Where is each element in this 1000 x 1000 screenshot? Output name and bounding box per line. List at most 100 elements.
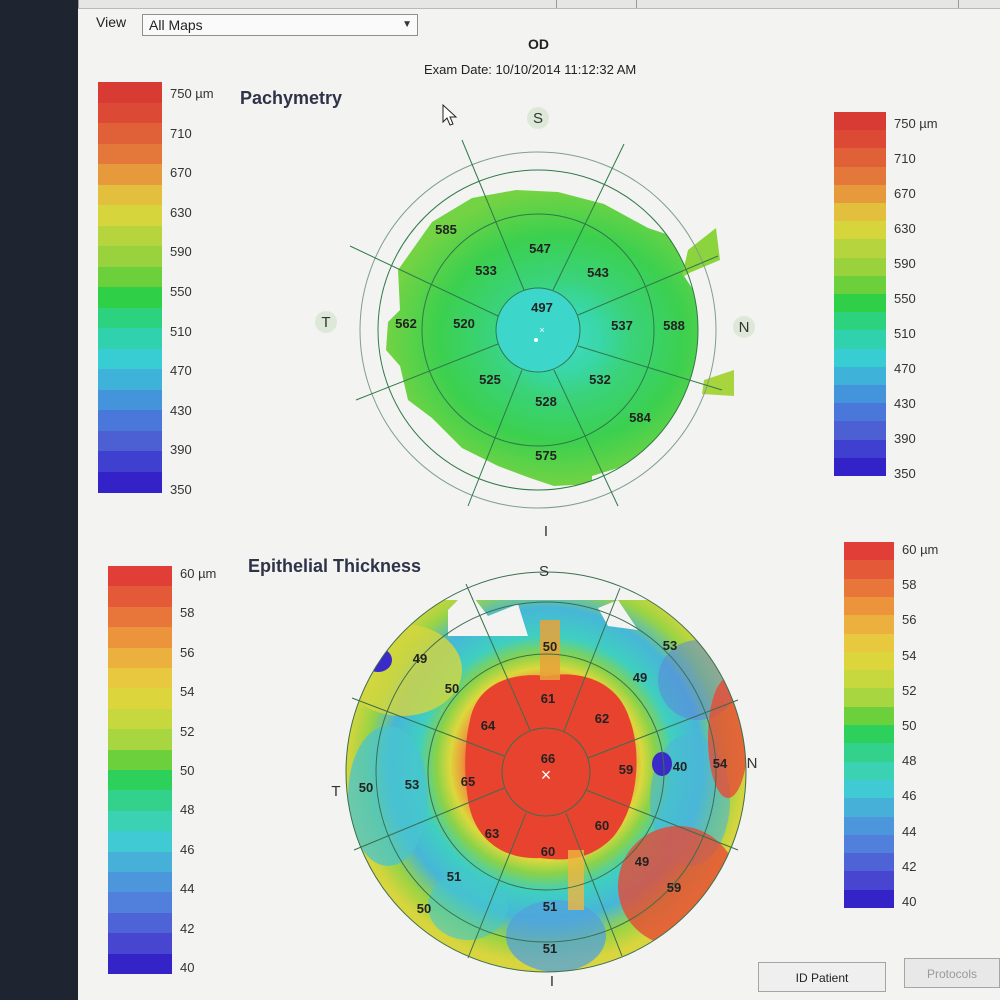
scale-swatch xyxy=(98,205,162,226)
zone-value-label: 51 xyxy=(543,899,557,914)
scale-swatch xyxy=(844,542,894,561)
epithelial-thickness-map[interactable]: × 66 61 62 59 60 60 63 65 64 50 49 40 49 51 51 53 50 53 54… xyxy=(318,560,778,995)
scale-swatch xyxy=(834,239,886,259)
zone-value-label: 54 xyxy=(713,756,728,771)
zone-value-label: 575 xyxy=(535,448,557,463)
exam-screen: View All Maps ▼ OD Exam Date: 10/10/2014… xyxy=(78,0,1000,1000)
zone-value-label: 537 xyxy=(611,318,633,333)
zone-value-label: 63 xyxy=(485,826,499,841)
view-dropdown-value: All Maps xyxy=(149,17,203,33)
scale-swatch xyxy=(108,647,172,669)
scale-tick-label: 390 xyxy=(170,442,192,458)
toolbar-divider xyxy=(78,0,79,8)
zone-value-label: 533 xyxy=(475,263,497,278)
scale-tick-label: 44 xyxy=(180,881,195,897)
scale-tick-label: 40 xyxy=(902,894,917,909)
toolbar-divider xyxy=(958,0,959,8)
view-label: View xyxy=(96,14,127,30)
scale-swatch xyxy=(844,633,894,653)
scale-tick-label: 590 xyxy=(894,256,916,271)
zone-value-label: 528 xyxy=(535,394,557,409)
scale-swatch xyxy=(108,770,172,791)
scale-swatch xyxy=(844,706,894,726)
inferior-label: I xyxy=(544,523,548,540)
zone-value-label: 588 xyxy=(663,318,685,333)
scale-tick-label: 54 xyxy=(180,684,195,700)
zone-value-label: 585 xyxy=(435,222,457,237)
scale-swatch xyxy=(834,148,886,168)
scale-swatch xyxy=(834,203,886,222)
exam-date: Exam Date: 10/10/2014 11:12:32 AM xyxy=(424,62,637,77)
temporal-label: T xyxy=(321,314,330,331)
scale-tick-label: 50 xyxy=(902,718,917,733)
scale-swatch xyxy=(844,725,894,744)
scale-tick-label: 750 µm xyxy=(170,86,214,101)
scale-swatch xyxy=(108,627,172,649)
zone-value-label: 60 xyxy=(595,818,609,833)
scale-tick-label: 630 xyxy=(894,221,916,236)
scale-swatch xyxy=(98,471,162,493)
scale-swatch xyxy=(834,403,886,422)
scale-tick-label: 390 xyxy=(894,431,916,446)
toolbar-divider xyxy=(636,0,637,8)
scale-swatch xyxy=(844,779,894,799)
scale-tick-label: 46 xyxy=(180,841,195,857)
scale-swatch xyxy=(108,851,172,873)
scale-swatch xyxy=(844,889,894,909)
scale-tick-label: 710 xyxy=(894,151,916,166)
scale-tick-label: 60 µm xyxy=(902,542,939,557)
inferior-label: I xyxy=(550,973,554,990)
nasal-label: N xyxy=(739,319,750,336)
scale-swatch xyxy=(834,166,886,186)
zone-value-label: 40 xyxy=(673,759,687,774)
scale-tick-label: 350 xyxy=(170,482,192,497)
scale-tick-label: 58 xyxy=(180,605,195,621)
zone-value-label: 562 xyxy=(395,316,417,331)
scale-swatch xyxy=(108,831,172,853)
view-dropdown[interactable]: All Maps ▼ xyxy=(142,14,418,36)
scale-swatch xyxy=(98,123,162,144)
zone-value-label: 59 xyxy=(619,762,633,777)
scale-swatch xyxy=(834,439,886,459)
scale-swatch xyxy=(844,670,894,689)
scale-swatch xyxy=(844,651,894,671)
chevron-down-icon[interactable]: ▼ xyxy=(402,15,412,35)
scale-swatch xyxy=(844,834,894,854)
scale-tick-label: 670 xyxy=(894,186,916,201)
scale-swatch xyxy=(834,221,886,240)
scale-tick-label: 44 xyxy=(902,823,917,839)
scale-swatch xyxy=(844,560,894,580)
zone-value-label: 543 xyxy=(587,265,609,280)
scale-swatch xyxy=(844,743,894,763)
scale-tick-label: 56 xyxy=(180,644,195,660)
zone-value-label: 525 xyxy=(479,372,501,387)
scale-swatch xyxy=(844,871,894,891)
scale-tick-label: 46 xyxy=(902,788,917,804)
scale-tick-label: 550 xyxy=(894,291,916,306)
zone-value-label: 66 xyxy=(541,751,555,766)
scale-tick-label: 350 xyxy=(894,466,916,481)
scale-tick-label: 50 xyxy=(180,763,195,778)
scale-swatch xyxy=(834,257,886,277)
zone-value-label: 532 xyxy=(589,372,611,387)
zone-value-label: 51 xyxy=(447,869,461,884)
scale-swatch xyxy=(834,366,886,386)
scale-swatch xyxy=(98,102,162,124)
scale-swatch xyxy=(98,328,162,349)
scale-swatch xyxy=(108,933,172,955)
scale-swatch xyxy=(108,688,172,710)
scale-swatch xyxy=(834,421,886,441)
temporal-label: T xyxy=(331,783,340,800)
scale-swatch xyxy=(108,892,172,914)
scale-swatch xyxy=(834,312,886,331)
scale-swatch xyxy=(844,761,894,781)
scale-swatch xyxy=(834,130,886,149)
protocols-button[interactable]: Protocols xyxy=(904,958,1000,988)
id-patient-button[interactable]: ID Patient xyxy=(758,962,886,992)
pachymetry-map[interactable]: × 497 547 543 537 532 528 525 520 533 585 562 588 58… xyxy=(302,100,762,545)
zone-value-label: 49 xyxy=(635,854,649,869)
zone-value-label: 59 xyxy=(667,880,681,895)
pupil-center-dot xyxy=(534,338,538,342)
zone-value-label: 49 xyxy=(633,670,647,685)
scale-swatch xyxy=(98,82,162,103)
